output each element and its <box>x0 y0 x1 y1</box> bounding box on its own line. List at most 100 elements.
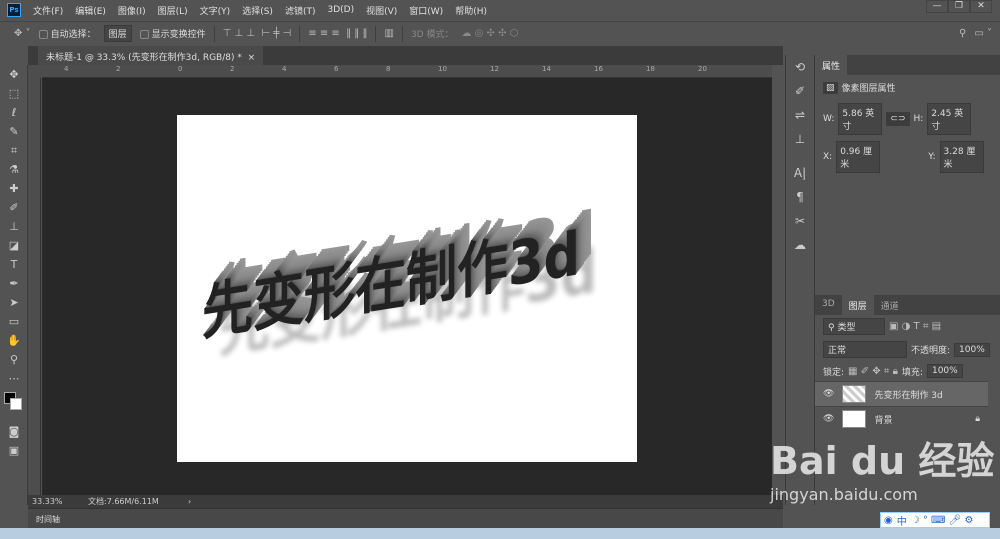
menu-filter[interactable]: 滤镜(T) <box>285 4 316 17</box>
ruler-tick: 14 <box>542 65 551 73</box>
minimize-button[interactable]: — <box>926 0 948 13</box>
menu-type[interactable]: 文字(Y) <box>200 4 231 17</box>
canvas-area[interactable]: 先变形在制作3d <box>42 78 772 495</box>
tab-layers[interactable]: 图层 <box>841 295 874 315</box>
clone-source-icon[interactable]: ⊥ <box>786 127 814 151</box>
blend-mode-dropdown[interactable]: 正常 <box>823 341 907 358</box>
ruler-tick: 16 <box>594 65 603 73</box>
workspace-icon[interactable]: ▭ ˅ <box>974 28 992 39</box>
shape-tool-icon[interactable]: ▭ <box>0 312 28 331</box>
ime-icons[interactable]: ☽ ° ⌨ 🎤︎ ⚙ <box>911 515 974 526</box>
document-tab[interactable]: 未标题-1 @ 33.3% (先变形在制作3d, RGB/8) * × <box>38 46 264 65</box>
vertical-ruler <box>28 78 41 495</box>
eye-icon[interactable]: 👁︎ <box>823 389 834 399</box>
crop-tool-icon[interactable]: ⌗ <box>0 141 28 160</box>
width-field[interactable]: 5.86 英寸 <box>838 103 883 135</box>
menu-help[interactable]: 帮助(H) <box>455 4 487 17</box>
document-title: 未标题-1 @ 33.3% (先变形在制作3d, RGB/8) * <box>46 53 242 63</box>
document-tab-bar: 未标题-1 @ 33.3% (先变形在制作3d, RGB/8) * × <box>28 46 783 65</box>
auto-align-icon[interactable]: ▥ <box>384 28 393 39</box>
close-tab-icon[interactable]: × <box>248 53 256 63</box>
menu-select[interactable]: 选择(S) <box>242 4 273 17</box>
show-transform-checkbox[interactable]: 显示变换控件 <box>139 27 206 40</box>
ime-mode[interactable]: 中 <box>897 513 907 528</box>
menu-view[interactable]: 视图(V) <box>366 4 397 17</box>
menu-file[interactable]: 文件(F) <box>33 4 63 17</box>
ime-logo-icon: ◉ <box>884 514 893 526</box>
brush-tool-icon[interactable]: ✐ <box>0 198 28 217</box>
eye-icon[interactable]: 👁︎ <box>823 414 834 424</box>
layer-filter-dropdown[interactable]: ⚲ 类型 <box>823 318 885 335</box>
tab-channels[interactable]: 通道 <box>874 295 906 315</box>
quick-mask-icon[interactable]: ◙ <box>0 422 28 441</box>
layer-row[interactable]: 👁︎ 先变形在制作 3d <box>815 381 988 406</box>
ruler-tick: 8 <box>386 65 391 73</box>
status-menu-arrow[interactable]: › <box>188 497 191 506</box>
tab-3d[interactable]: 3D <box>815 295 842 315</box>
move-tool-icon[interactable]: ✥ <box>0 65 28 84</box>
menu-window[interactable]: 窗口(W) <box>409 4 443 17</box>
pen-tool-icon[interactable]: ✒ <box>0 274 28 293</box>
lasso-tool-icon[interactable]: ℓ <box>0 103 28 122</box>
menu-image[interactable]: 图像(I) <box>118 4 146 17</box>
adjustments-icon[interactable]: ⇌ <box>786 103 814 127</box>
baidu-watermark: Bai du 经验 jingyan.baidu.com <box>770 430 994 504</box>
w-label: W: <box>823 114 835 124</box>
ime-toolbar[interactable]: ◉ 中 ☽ ° ⌨ 🎤︎ ⚙ <box>880 512 990 528</box>
3d-text-layer[interactable]: 先变形在制作3d <box>202 205 580 352</box>
type-tool-icon[interactable]: T <box>0 255 28 274</box>
eraser-tool-icon[interactable]: ◪ <box>0 236 28 255</box>
history-icon[interactable]: ⟲ <box>786 55 814 79</box>
filter-value: 类型 <box>837 323 856 333</box>
path-select-icon[interactable]: ➤ <box>0 293 28 312</box>
restore-button[interactable]: ❐ <box>948 0 970 13</box>
tools-icon[interactable]: ✂ <box>786 209 814 233</box>
libraries-icon[interactable]: ☁ <box>786 233 814 257</box>
hand-tool-icon[interactable]: ✋ <box>0 331 28 350</box>
timeline-tab[interactable]: 时间轴 <box>28 509 68 530</box>
distribute-icons[interactable]: ≡ ≡ ≡ ‖ ‖ ‖ <box>308 28 367 39</box>
auto-select-dropdown[interactable]: 图层 <box>103 25 132 42</box>
menu-3d[interactable]: 3D(D) <box>327 5 354 15</box>
document-canvas[interactable]: 先变形在制作3d <box>177 115 637 462</box>
character-icon[interactable]: A| <box>786 161 814 185</box>
height-field[interactable]: 2.45 英寸 <box>927 103 972 135</box>
more-tools-icon[interactable]: ⋯ <box>0 369 28 388</box>
watermark-url: jingyan.baidu.com <box>770 485 918 504</box>
zoom-tool-icon[interactable]: ⚲ <box>0 350 28 369</box>
zoom-level[interactable]: 33.33% <box>28 497 88 506</box>
eyedropper-icon[interactable]: ⚗ <box>0 160 28 179</box>
horizontal-ruler: 4 2 0 2 4 6 8 10 12 14 16 18 20 <box>42 65 772 78</box>
filter-icons[interactable]: ▣ ◑ T ⌗ ▤ <box>889 321 941 332</box>
close-button[interactable]: ✕ <box>970 0 992 13</box>
align-icons[interactable]: ⊤ ⊥ ⊥ ⊢ ╪ ⊣ <box>223 28 292 39</box>
move-tool-icon[interactable]: ✥ ˅ <box>14 28 31 39</box>
lock-icon: 🔒︎ <box>975 414 980 424</box>
lock-icons[interactable]: ▦ ✐ ✥ ⌗ 🔒︎ <box>848 366 898 377</box>
brush-settings-icon[interactable]: ✐ <box>786 79 814 103</box>
quick-select-icon[interactable]: ✎ <box>0 122 28 141</box>
layer-row[interactable]: 👁︎ 背景 🔒︎ <box>815 406 988 431</box>
ruler-tick: 6 <box>334 65 339 73</box>
color-swatches[interactable] <box>0 388 28 422</box>
3d-mode-icons[interactable]: ☁ ◎ ✣ ✣ ⬡ <box>461 28 518 39</box>
opacity-field[interactable]: 100% <box>954 342 990 357</box>
properties-title: 像素图层属性 <box>841 84 896 94</box>
marquee-tool-icon[interactable]: ⬚ <box>0 84 28 103</box>
search-icon[interactable]: ⚲ <box>959 28 966 39</box>
paragraph-icon[interactable]: ¶ <box>786 185 814 209</box>
fill-field[interactable]: 100% <box>926 364 963 378</box>
menu-layer[interactable]: 图层(L) <box>158 4 188 17</box>
x-field[interactable]: 0.96 厘米 <box>836 141 881 173</box>
screen-mode-icon[interactable]: ▣ <box>0 441 28 460</box>
healing-brush-icon[interactable]: ✚ <box>0 179 28 198</box>
stamp-tool-icon[interactable]: ⊥ <box>0 217 28 236</box>
opacity-label: 不透明度: <box>911 346 951 356</box>
auto-select-checkbox[interactable]: 自动选择： <box>38 27 96 40</box>
link-icon[interactable]: ⊂⊃ <box>886 112 910 126</box>
menu-edit[interactable]: 编辑(E) <box>75 4 106 17</box>
y-field[interactable]: 3.28 厘米 <box>939 141 984 173</box>
taskbar <box>0 528 1000 539</box>
tab-properties[interactable]: 属性 <box>815 55 848 75</box>
ruler-tick: 2 <box>230 65 235 73</box>
